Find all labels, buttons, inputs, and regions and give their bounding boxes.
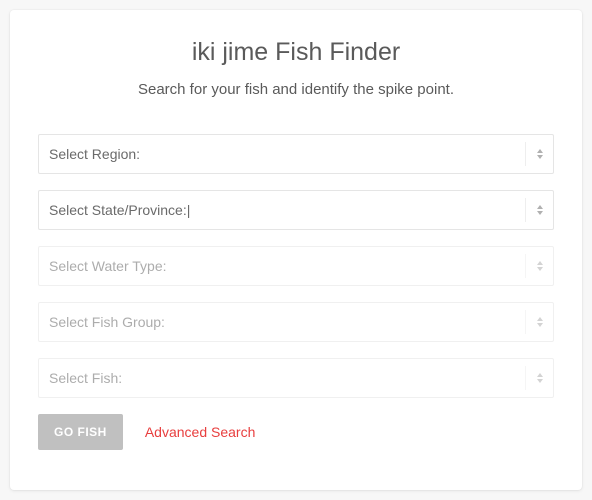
select-fish-group-label: Select Fish Group: xyxy=(49,314,165,330)
select-water-type-label: Select Water Type: xyxy=(49,258,167,274)
advanced-search-link[interactable]: Advanced Search xyxy=(145,424,256,440)
select-water-type: Select Water Type: xyxy=(38,246,554,286)
chevron-sort-icon xyxy=(525,142,545,166)
select-region[interactable]: Select Region: xyxy=(38,134,554,174)
chevron-sort-icon xyxy=(525,198,545,222)
page-subtitle: Search for your fish and identify the sp… xyxy=(38,81,554,98)
chevron-sort-icon xyxy=(525,366,545,390)
select-state-province[interactable]: Select State/Province:| xyxy=(38,190,554,230)
select-fish-group: Select Fish Group: xyxy=(38,302,554,342)
chevron-sort-icon xyxy=(525,254,545,278)
go-fish-button[interactable]: GO FISH xyxy=(38,414,123,450)
chevron-sort-icon xyxy=(525,310,545,334)
select-fish: Select Fish: xyxy=(38,358,554,398)
select-region-label: Select Region: xyxy=(49,146,140,162)
fish-finder-card: iki jime Fish Finder Search for your fis… xyxy=(10,10,582,490)
page-title: iki jime Fish Finder xyxy=(38,38,554,67)
select-fish-label: Select Fish: xyxy=(49,370,122,386)
actions-row: GO FISH Advanced Search xyxy=(38,414,554,450)
select-state-label: Select State/Province:| xyxy=(49,202,190,218)
